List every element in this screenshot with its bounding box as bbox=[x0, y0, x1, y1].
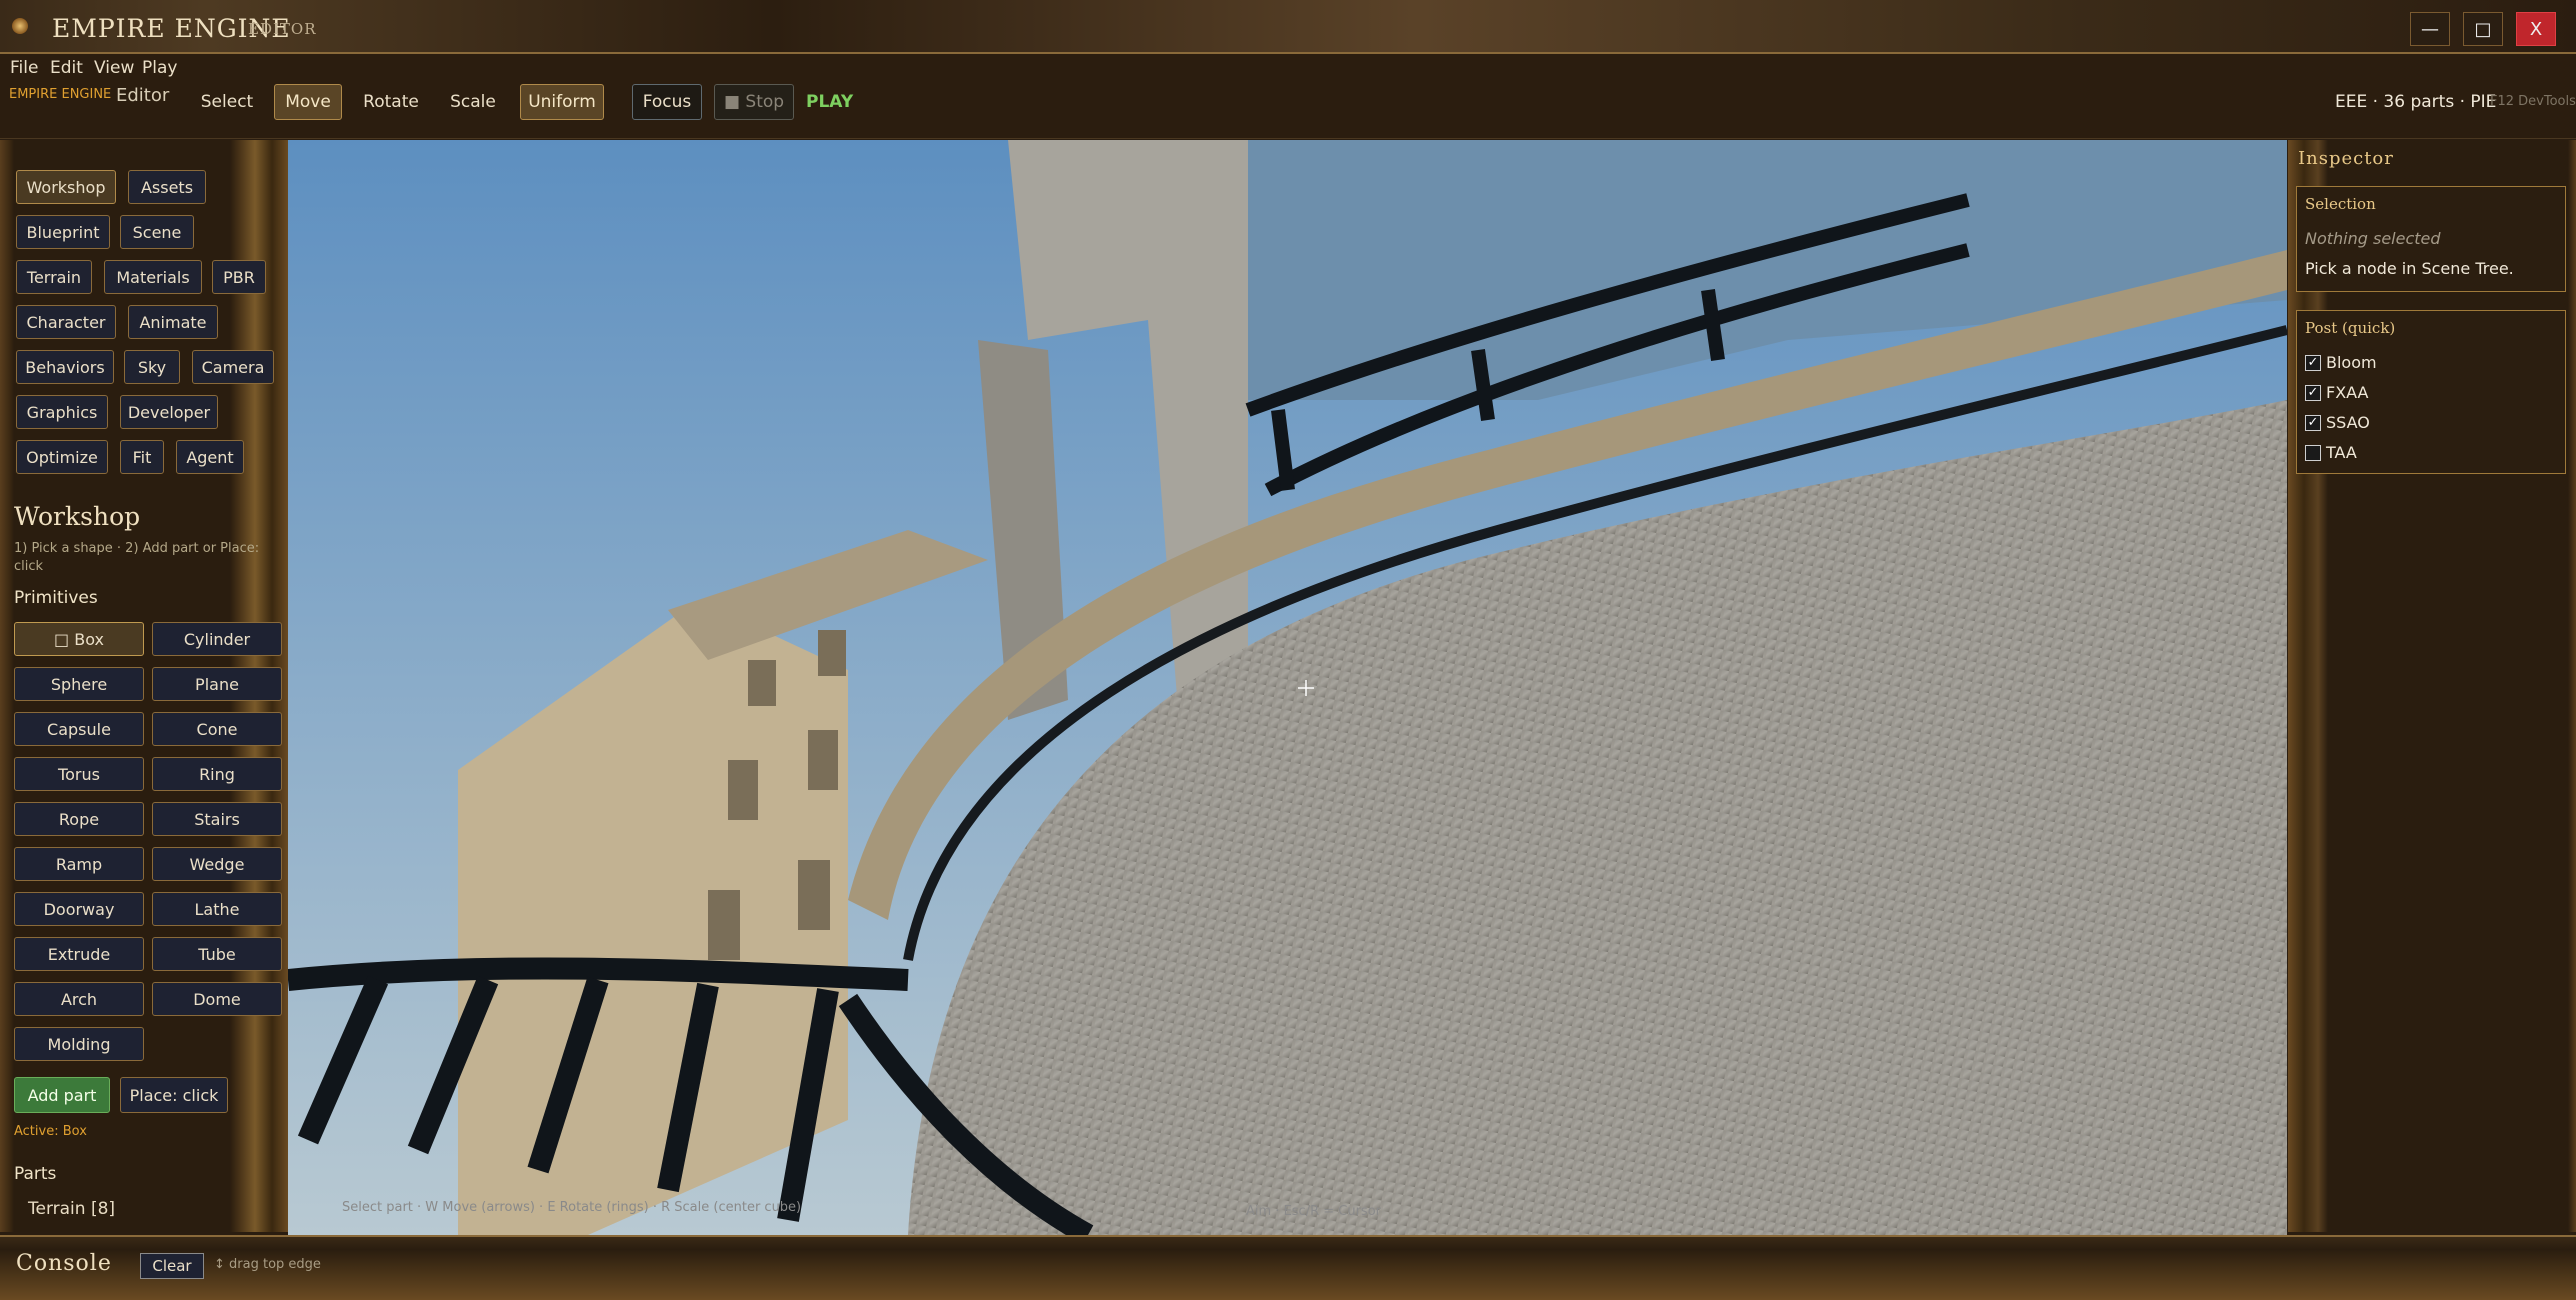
fxaa-checkbox[interactable]: ✓ FXAA bbox=[2305, 383, 2369, 402]
fxaa-label: FXAA bbox=[2326, 383, 2369, 402]
title-bar: EMPIRE ENGINE EDITOR — □ X bbox=[0, 0, 2576, 54]
tab-optimize[interactable]: Optimize bbox=[16, 440, 108, 474]
tab-fit[interactable]: Fit bbox=[120, 440, 164, 474]
rotate-tool-button[interactable]: Rotate bbox=[356, 84, 426, 120]
add-part-button[interactable]: Add part bbox=[14, 1077, 110, 1113]
tab-character[interactable]: Character bbox=[16, 305, 116, 339]
tab-agent[interactable]: Agent bbox=[176, 440, 244, 474]
primitive-doorway-button[interactable]: Doorway bbox=[14, 892, 144, 926]
checkbox-unchecked-icon bbox=[2305, 444, 2321, 461]
scale-tool-button[interactable]: Scale bbox=[442, 84, 504, 120]
menu-file[interactable]: File bbox=[10, 58, 38, 78]
minimize-button[interactable]: — bbox=[2410, 12, 2450, 46]
workshop-help-text: 1) Pick a shape · 2) Add part or Place: … bbox=[14, 541, 260, 574]
primitive-dome-button[interactable]: Dome bbox=[152, 982, 282, 1016]
left-panel: Workshop Assets Blueprint Scene Terrain … bbox=[0, 140, 288, 1232]
checkbox-checked-icon: ✓ bbox=[2305, 354, 2321, 371]
taa-checkbox[interactable]: TAA bbox=[2305, 443, 2357, 462]
tab-animate[interactable]: Animate bbox=[128, 305, 218, 339]
parts-list-item[interactable]: Terrain [8] bbox=[28, 1199, 115, 1219]
pick-node-text: Pick a node in Scene Tree. bbox=[2305, 259, 2514, 278]
primitive-molding-button[interactable]: Molding bbox=[14, 1027, 144, 1061]
primitive-plane-button[interactable]: Plane bbox=[152, 667, 282, 701]
menu-play[interactable]: Play bbox=[142, 58, 177, 78]
tab-terrain[interactable]: Terrain bbox=[16, 260, 92, 294]
console-resize-hint: ↕ drag top edge bbox=[214, 1257, 321, 1272]
viewport-hint-controls: Select part · W Move (arrows) · E Rotate… bbox=[342, 1200, 802, 1215]
menu-bar: File Edit View Play bbox=[0, 54, 2576, 82]
selection-section: Selection Nothing selected Pick a node i… bbox=[2296, 186, 2566, 292]
status-text: EEE · 36 parts · PIE bbox=[2335, 92, 2497, 112]
tab-camera[interactable]: Camera bbox=[192, 350, 274, 384]
viewport-hint-cursor: Aim · Esc/R = Cursor bbox=[1246, 1204, 1382, 1219]
primitives-label: Primitives bbox=[14, 588, 98, 608]
focus-button[interactable]: Focus bbox=[632, 84, 702, 120]
tab-scene[interactable]: Scene bbox=[120, 215, 194, 249]
post-title: Post (quick) bbox=[2305, 319, 2396, 337]
taa-label: TAA bbox=[2326, 443, 2357, 462]
primitive-cone-button[interactable]: Cone bbox=[152, 712, 282, 746]
bloom-checkbox[interactable]: ✓ Bloom bbox=[2305, 353, 2377, 372]
tab-materials[interactable]: Materials bbox=[104, 260, 202, 294]
stop-button[interactable]: ■ Stop bbox=[714, 84, 794, 120]
checkbox-checked-icon: ✓ bbox=[2305, 384, 2321, 401]
select-tool-button[interactable]: Select bbox=[196, 84, 258, 120]
menu-edit[interactable]: Edit bbox=[50, 58, 83, 78]
ssao-label: SSAO bbox=[2326, 413, 2370, 432]
move-tool-button[interactable]: Move bbox=[274, 84, 342, 120]
workshop-title: Workshop bbox=[14, 502, 141, 531]
bloom-label: Bloom bbox=[2326, 353, 2377, 372]
parts-label: Parts bbox=[14, 1164, 57, 1184]
tab-behaviors[interactable]: Behaviors bbox=[16, 350, 114, 384]
primitive-tube-button[interactable]: Tube bbox=[152, 937, 282, 971]
tab-sky[interactable]: Sky bbox=[124, 350, 180, 384]
nothing-selected-text: Nothing selected bbox=[2305, 229, 2441, 248]
primitive-cylinder-button[interactable]: Cylinder bbox=[152, 622, 282, 656]
active-shape-label: Active: Box bbox=[14, 1124, 87, 1139]
play-button[interactable]: PLAY bbox=[806, 92, 853, 112]
primitive-extrude-button[interactable]: Extrude bbox=[14, 937, 144, 971]
primitive-wedge-button[interactable]: Wedge bbox=[152, 847, 282, 881]
primitive-box-button[interactable]: □ Box bbox=[14, 622, 144, 656]
primitive-lathe-button[interactable]: Lathe bbox=[152, 892, 282, 926]
devtools-hint: F12 DevTools bbox=[2490, 94, 2576, 109]
uniform-toggle-button[interactable]: Uniform bbox=[520, 84, 604, 120]
tab-pbr[interactable]: PBR bbox=[212, 260, 266, 294]
tab-assets[interactable]: Assets bbox=[128, 170, 206, 204]
tab-graphics[interactable]: Graphics bbox=[16, 395, 108, 429]
primitive-stairs-button[interactable]: Stairs bbox=[152, 802, 282, 836]
app-logo-icon bbox=[12, 18, 28, 34]
place-click-button[interactable]: Place: click bbox=[120, 1077, 228, 1113]
inspector-panel: Inspector Selection Nothing selected Pic… bbox=[2288, 140, 2576, 1232]
scene-render bbox=[288, 140, 2287, 1235]
console-clear-button[interactable]: Clear bbox=[140, 1253, 204, 1279]
tab-workshop[interactable]: Workshop bbox=[16, 170, 116, 204]
console-title: Console bbox=[16, 1251, 112, 1276]
3d-viewport[interactable]: Select part · W Move (arrows) · E Rotate… bbox=[288, 140, 2287, 1235]
post-section: Post (quick) ✓ Bloom ✓ FXAA ✓ SSAO TAA bbox=[2296, 310, 2566, 474]
app-subtitle: EDITOR bbox=[248, 20, 317, 38]
primitive-sphere-button[interactable]: Sphere bbox=[14, 667, 144, 701]
checkbox-checked-icon: ✓ bbox=[2305, 414, 2321, 431]
primitive-rope-button[interactable]: Rope bbox=[14, 802, 144, 836]
console-bar: Console Clear ↕ drag top edge bbox=[0, 1235, 2576, 1300]
brand-sub-label: Editor bbox=[116, 85, 170, 106]
primitive-arch-button[interactable]: Arch bbox=[14, 982, 144, 1016]
close-button[interactable]: X bbox=[2516, 12, 2556, 46]
inspector-title: Inspector bbox=[2298, 148, 2394, 169]
primitive-ramp-button[interactable]: Ramp bbox=[14, 847, 144, 881]
toolbar: EMPIRE ENGINE Editor Select Move Rotate … bbox=[0, 82, 2576, 139]
primitive-capsule-button[interactable]: Capsule bbox=[14, 712, 144, 746]
tab-developer[interactable]: Developer bbox=[120, 395, 218, 429]
ssao-checkbox[interactable]: ✓ SSAO bbox=[2305, 413, 2370, 432]
tab-blueprint[interactable]: Blueprint bbox=[16, 215, 110, 249]
maximize-button[interactable]: □ bbox=[2463, 12, 2503, 46]
primitive-ring-button[interactable]: Ring bbox=[152, 757, 282, 791]
menu-view[interactable]: View bbox=[94, 58, 134, 78]
primitive-torus-button[interactable]: Torus bbox=[14, 757, 144, 791]
brand-label: EMPIRE ENGINE bbox=[9, 87, 112, 102]
selection-title: Selection bbox=[2305, 195, 2376, 213]
